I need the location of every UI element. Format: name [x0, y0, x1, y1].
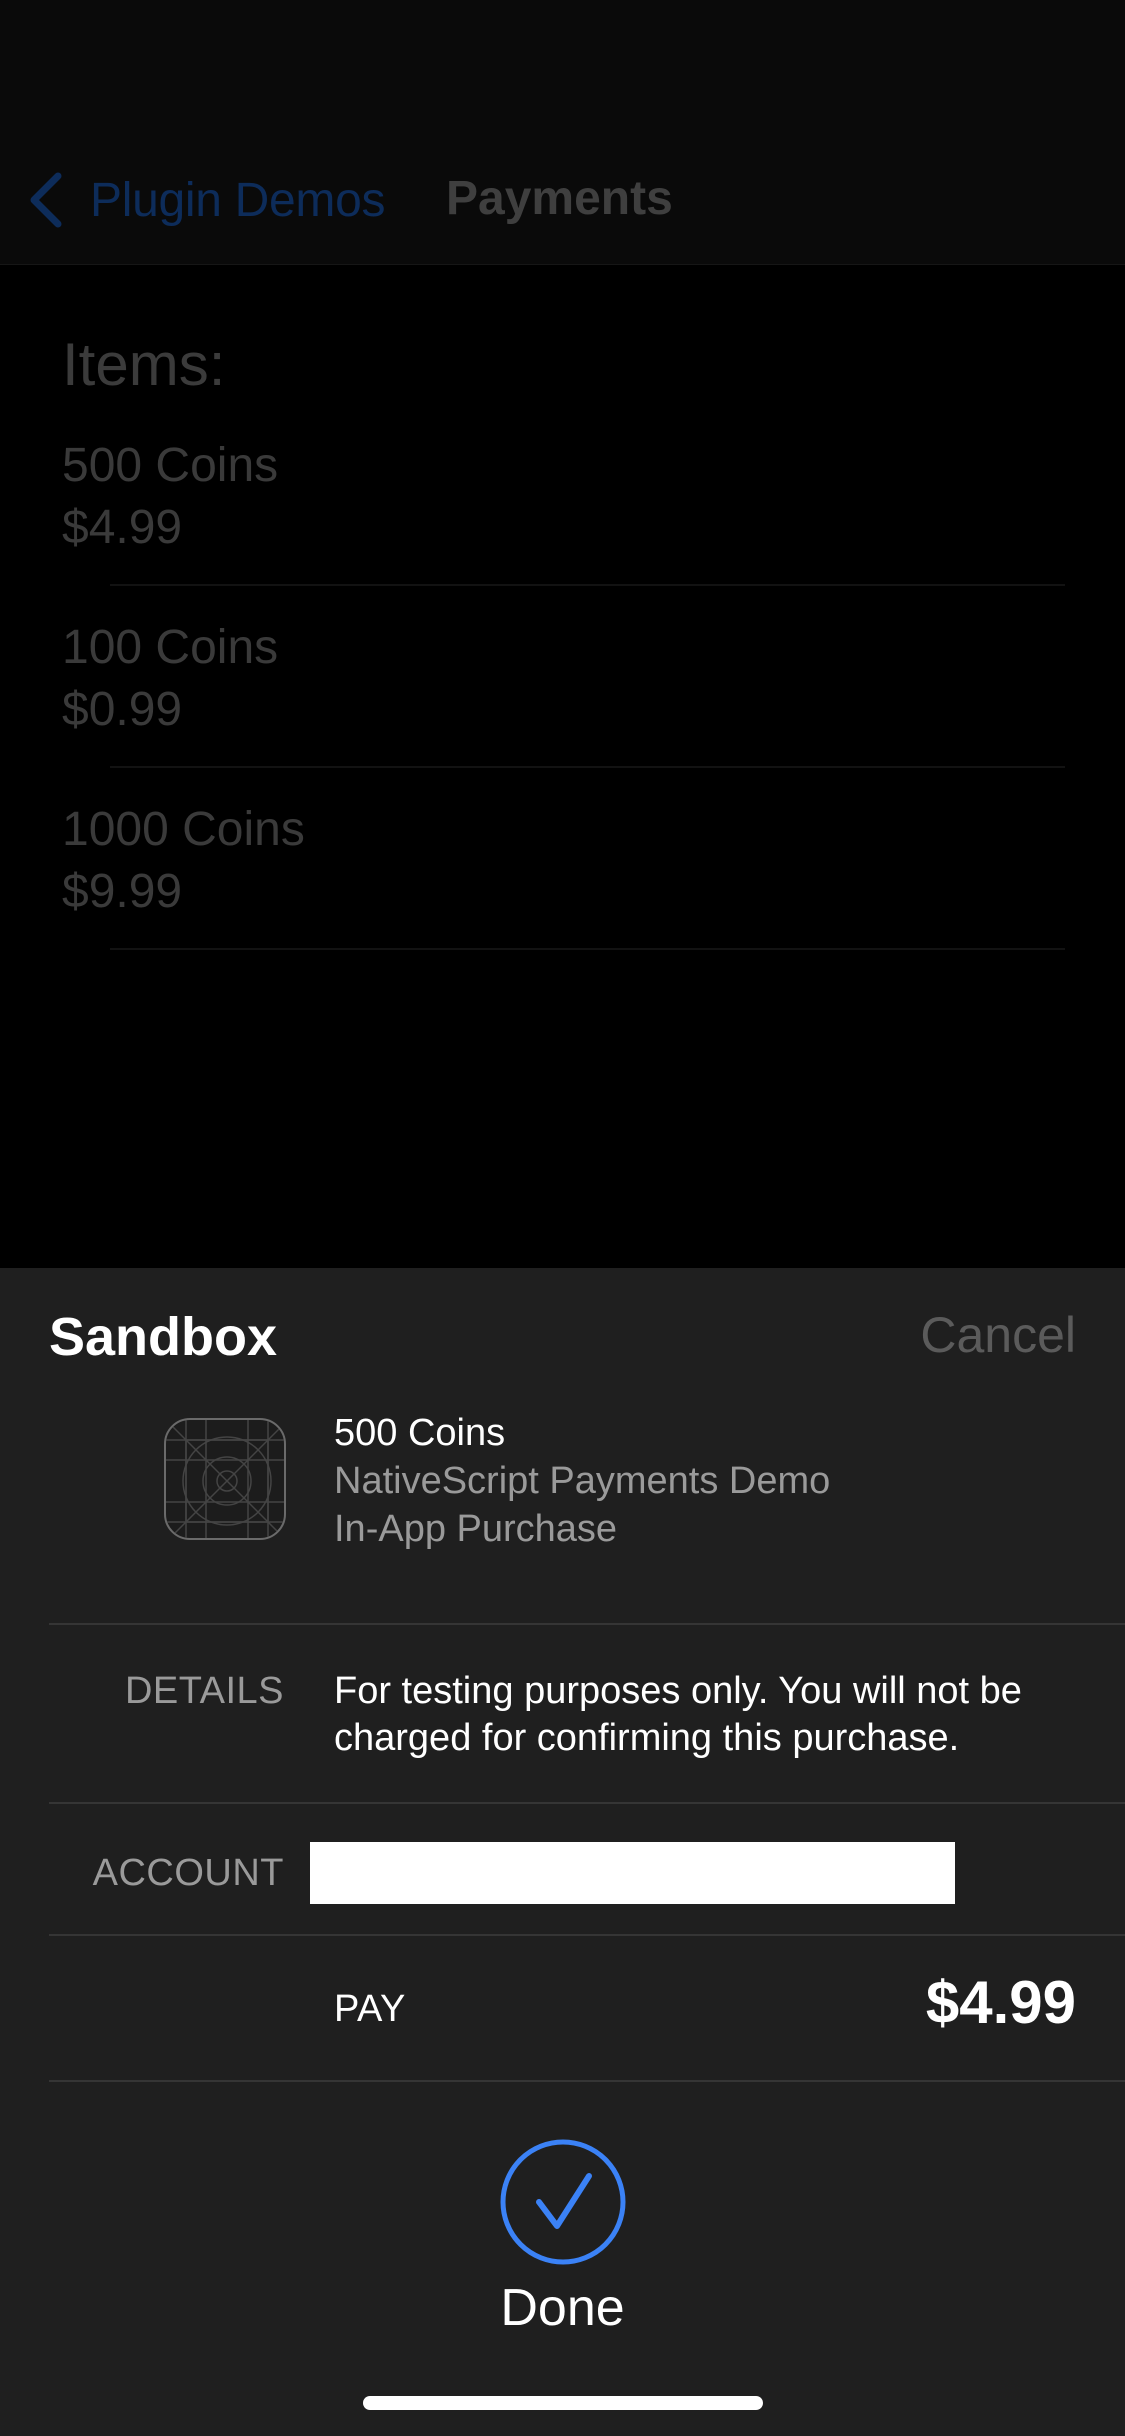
divider	[49, 2080, 1125, 2082]
items-heading: Items:	[62, 331, 226, 398]
item-name: 100 Coins	[62, 621, 279, 674]
product-app-name: NativeScript Payments Demo	[334, 1460, 831, 1502]
done-label: Done	[500, 2279, 625, 2337]
divider	[110, 584, 1065, 586]
item-price: $9.99	[62, 865, 183, 918]
account-field[interactable]	[310, 1842, 955, 1904]
app-icon-placeholder-icon	[166, 1420, 284, 1538]
screen: Plugin Demos Payments Items: 500 Coins $…	[0, 0, 1125, 2436]
account-label: ACCOUNT	[92, 1852, 284, 1894]
product-name: 500 Coins	[334, 1412, 506, 1454]
list-item[interactable]: 100 Coins $0.99	[0, 620, 1125, 802]
item-name: 1000 Coins	[62, 803, 305, 856]
item-name: 500 Coins	[62, 439, 279, 492]
divider	[110, 766, 1065, 768]
app-icon	[164, 1418, 286, 1540]
divider	[49, 1623, 1125, 1625]
done-button[interactable]: Done	[0, 2138, 1125, 2338]
navigation-bar: Plugin Demos Payments	[0, 0, 1125, 265]
page-title: Payments	[446, 172, 673, 225]
cancel-button[interactable]: Cancel	[920, 1306, 1076, 1364]
item-price: $4.99	[62, 501, 183, 554]
list-item[interactable]: 500 Coins $4.99	[0, 438, 1125, 620]
chevron-left-icon	[30, 172, 62, 228]
list-item[interactable]: 1000 Coins $9.99	[0, 802, 1125, 984]
divider	[49, 1934, 1125, 1936]
pay-amount: $4.99	[925, 1969, 1076, 2036]
back-button[interactable]: Plugin Demos	[26, 168, 386, 232]
home-indicator[interactable]	[363, 2396, 763, 2410]
product-info: 500 Coins NativeScript Payments Demo In-…	[0, 1398, 1125, 1624]
background-app: Plugin Demos Payments Items: 500 Coins $…	[0, 0, 1125, 1268]
sheet-title: Sandbox	[49, 1307, 278, 1367]
checkmark-circle-icon	[500, 2139, 625, 2265]
details-text: For testing purposes only. You will not …	[334, 1670, 1022, 1759]
purchase-sheet: Sandbox Cancel 500 Coins NativeScript Pa…	[0, 1268, 1125, 2436]
product-type: In-App Purchase	[334, 1508, 618, 1550]
divider	[110, 948, 1065, 950]
divider	[49, 1802, 1125, 1804]
back-button-label: Plugin Demos	[90, 173, 386, 227]
pay-label: PAY	[334, 1988, 406, 2030]
item-price: $0.99	[62, 683, 183, 736]
details-label: DETAILS	[124, 1670, 284, 1712]
